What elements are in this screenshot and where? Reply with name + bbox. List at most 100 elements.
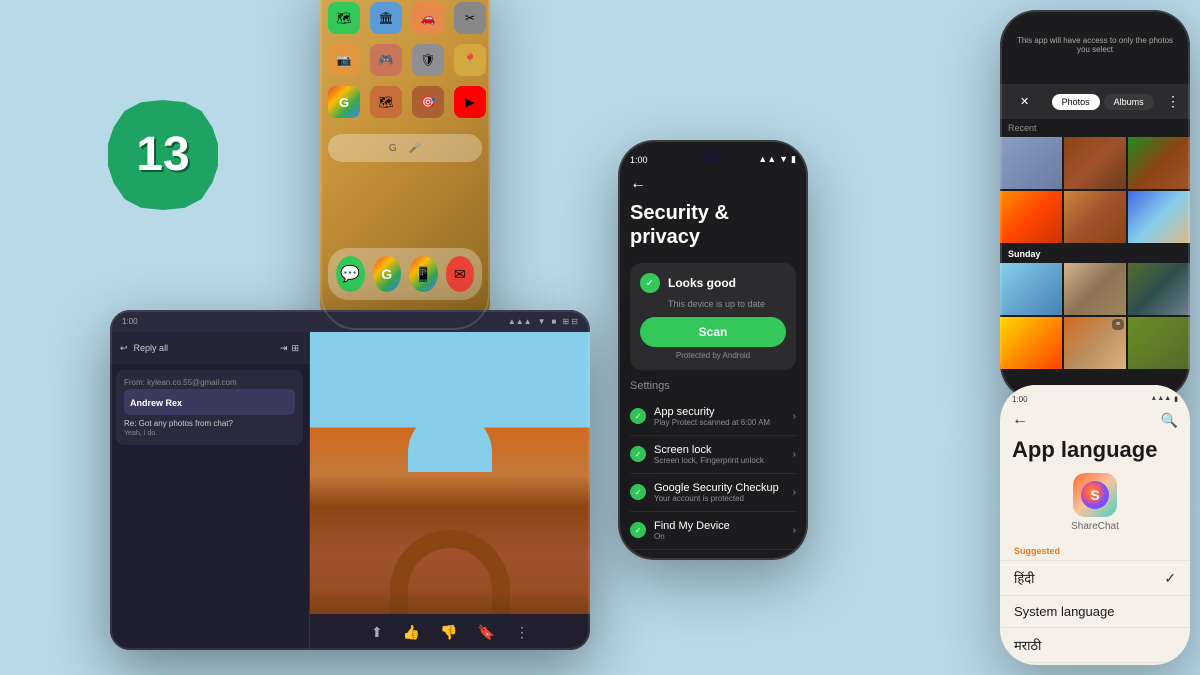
sharechat-logo-svg: S <box>1080 480 1110 510</box>
battery-sec: ▮ <box>791 154 796 165</box>
photo-cell-3[interactable] <box>1128 137 1190 189</box>
app-icon-podcast[interactable]: 🎯 <box>412 86 444 118</box>
lang-hindi-text: हिंदी <box>1014 569 1035 587</box>
lang-app-icon-row: S ShareChat <box>1000 473 1190 532</box>
screen-lock-title: Screen lock <box>654 444 764 456</box>
more-options-icon[interactable]: ⋮ <box>515 624 529 641</box>
signal-bars: ▲▲ <box>758 154 776 165</box>
dock-messages[interactable]: 💬 <box>336 256 365 292</box>
bookmark-icon[interactable]: 🔖 <box>478 624 495 641</box>
app-icon-car[interactable]: 🚗 <box>412 2 444 34</box>
app-icon-bank[interactable]: 🏛 <box>370 2 402 34</box>
tab-albums[interactable]: Albums <box>1104 94 1154 110</box>
app-icon-g[interactable]: G <box>328 86 360 118</box>
sharechat-icon: S <box>1073 473 1117 517</box>
app-security-title: App security <box>654 406 770 418</box>
photo-cell-7[interactable] <box>1000 263 1062 315</box>
lang-system-text-group: System language <box>1014 604 1114 619</box>
dock-mail[interactable]: ✉ <box>446 256 475 292</box>
screen-lock-text: Screen lock Screen lock, Fingerprint unl… <box>654 444 764 465</box>
security-time: 1:00 <box>630 155 648 165</box>
security-item-screen[interactable]: ✓ Screen lock Screen lock, Fingerprint u… <box>630 436 796 474</box>
canyon-photo <box>310 332 590 650</box>
photo-cell-9[interactable] <box>1128 263 1190 315</box>
app-icon-maps2[interactable]: 📍 <box>454 44 486 76</box>
email-preview: Yeah, I do. <box>124 430 295 437</box>
app-icon-camera[interactable]: 📷 <box>328 44 360 76</box>
phone-security: 1:00 ▲▲ ▼ ▮ ← Security & privacy ✓ Looks… <box>618 140 808 560</box>
close-button[interactable]: ✕ <box>1010 92 1039 111</box>
tab-photos[interactable]: Photos <box>1052 94 1100 110</box>
app-icon-tools[interactable]: ✂ <box>454 2 486 34</box>
share-icon[interactable]: ⬆ <box>371 624 383 641</box>
thumbsdown-icon[interactable]: 👎 <box>440 624 457 641</box>
more-icon[interactable]: ⊞ <box>291 343 299 354</box>
tablet-status-bar: 1:00 ▲▲▲ ▼ ■ ⊞ ⊟ <box>110 310 590 332</box>
looks-good-title: Looks good <box>668 276 736 290</box>
permission-text: This app will have access to only the ph… <box>1017 36 1173 54</box>
app-icon-location2[interactable]: 🗺 <box>370 86 402 118</box>
photo-cell-2[interactable] <box>1064 137 1126 189</box>
lang-search-button[interactable]: 🔍 <box>1161 412 1178 429</box>
security-item-find[interactable]: ✓ Find My Device On › <box>630 512 796 550</box>
forward-icon[interactable]: ⇥ <box>280 343 288 354</box>
photo-cell-12[interactable] <box>1128 317 1190 369</box>
lang-phone-notch <box>1088 395 1102 409</box>
photo-cell-1[interactable] <box>1000 137 1062 189</box>
lang-battery: ▮ <box>1174 395 1178 403</box>
phone-language: 1:00 ▲▲▲ ▮ ← 🔍 App language S <box>1000 385 1190 665</box>
security-item-google-left: ✓ Google Security Checkup Your account i… <box>630 482 779 503</box>
security-item-app[interactable]: ✓ App security Play Protect scanned at 6… <box>630 398 796 436</box>
email-sidebar: ↩ Reply all ⇥ ⊞ From: kylean.co.55@gmail… <box>110 332 310 650</box>
mic-icon[interactable]: 🎤 <box>409 143 421 154</box>
photo-cell-11[interactable]: ≡ <box>1064 317 1126 369</box>
sharechat-app-name: ShareChat <box>1071 521 1119 532</box>
photo-grid-sunday: ≡ <box>1000 263 1190 369</box>
dock-chrome[interactable]: G <box>373 256 402 292</box>
app-icon-youtube[interactable]: ▶ <box>454 86 486 118</box>
lang-system-label: System language <box>1014 604 1114 619</box>
lang-item-marathi[interactable]: मराठी <box>1000 627 1190 662</box>
app-icon-game[interactable]: 🎮 <box>370 44 402 76</box>
google-sec-sub: Your account is protected <box>654 494 779 503</box>
lang-hindi-check: ✓ <box>1164 570 1176 587</box>
google-sec-title: Google Security Checkup <box>654 482 779 494</box>
find-device-icon: ✓ <box>630 522 646 538</box>
photo-top-bar: ✕ Photos Albums ⋮ <box>1000 84 1190 119</box>
photo-cell-8[interactable] <box>1064 263 1126 315</box>
tablet-time: 1:00 <box>122 317 138 326</box>
app-security-chevron: › <box>793 411 796 422</box>
sender-name: Andrew Rex <box>130 398 182 408</box>
search-bar[interactable]: G 🎤 <box>328 134 482 162</box>
dock-photos[interactable]: 📱 <box>409 256 438 292</box>
lang-back-button[interactable]: ← <box>1012 411 1028 429</box>
app-icon-maps[interactable]: 🗺 <box>328 2 360 34</box>
email-item-1[interactable]: From: kylean.co.55@gmail.com Andrew Rex … <box>116 370 303 445</box>
reply-all-label: Reply all <box>134 343 169 353</box>
photo-cell-5[interactable] <box>1064 191 1126 243</box>
security-item-google[interactable]: ✓ Google Security Checkup Your account i… <box>630 474 796 512</box>
app-security-sub: Play Protect scanned at 6:00 AM <box>654 418 770 427</box>
screen-lock-sub: Screen lock, Fingerprint unlock <box>654 456 764 465</box>
photo-cell-10[interactable] <box>1000 317 1062 369</box>
tablet-menu-icons: ⊞ ⊟ <box>562 317 578 326</box>
thumbsup-icon[interactable]: 👍 <box>403 624 420 641</box>
photo-cell-6[interactable] <box>1128 191 1190 243</box>
app-icon-shield[interactable]: 🛡 <box>412 44 444 76</box>
lang-item-system[interactable]: System language <box>1000 595 1190 627</box>
lang-suggested-label: Suggested <box>1000 542 1190 560</box>
tablet-content: ↩ Reply all ⇥ ⊞ From: kylean.co.55@gmail… <box>110 332 590 650</box>
menu-button[interactable]: ⋮ <box>1166 93 1180 110</box>
photo-cell-4[interactable] <box>1000 191 1062 243</box>
scan-button[interactable]: Scan <box>640 317 786 347</box>
lang-item-hindi[interactable]: हिंदी ✓ <box>1000 560 1190 595</box>
security-item-find-left: ✓ Find My Device On <box>630 520 730 541</box>
from-text: From <box>124 378 143 387</box>
photo-grid-recent <box>1000 137 1190 243</box>
sender-badge: Andrew Rex <box>124 389 295 415</box>
toolbar-actions: ⇥ ⊞ <box>280 343 299 354</box>
wifi-sec: ▼ <box>779 154 788 165</box>
security-title: Security & privacy <box>630 201 796 249</box>
security-back-button[interactable]: ← <box>630 175 796 193</box>
lang-marathi-text: मराठी <box>1014 636 1041 654</box>
